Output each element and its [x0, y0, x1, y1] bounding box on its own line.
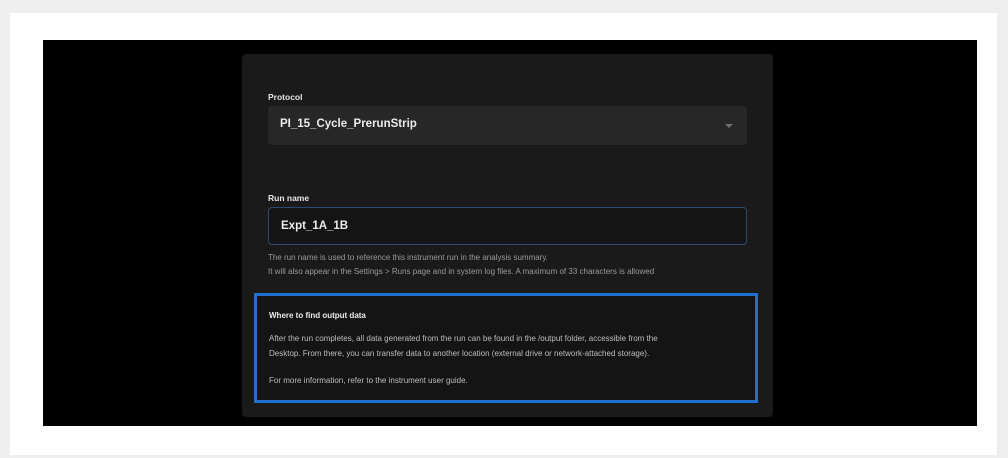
protocol-selected-value: PI_15_Cycle_PrerunStrip [280, 118, 417, 130]
info-text-line: For more information, refer to the instr… [269, 376, 468, 385]
output-data-info-box: Where to find output data After the run … [254, 293, 758, 403]
run-name-helper-text: The run name is used to reference this i… [268, 253, 548, 262]
run-name-label: Run name [268, 193, 310, 203]
info-text-line: Desktop. From there, you can transfer da… [269, 349, 650, 358]
protocol-select[interactable]: PI_15_Cycle_PrerunStrip [268, 106, 747, 145]
info-title: Where to find output data [269, 311, 366, 320]
info-text-line: After the run completes, all data genera… [269, 334, 658, 343]
run-name-helper-text-2: It will also appear in the Settings > Ru… [268, 267, 655, 276]
protocol-label: Protocol [268, 92, 303, 102]
chevron-down-icon [725, 124, 733, 128]
run-name-input[interactable] [268, 207, 747, 245]
